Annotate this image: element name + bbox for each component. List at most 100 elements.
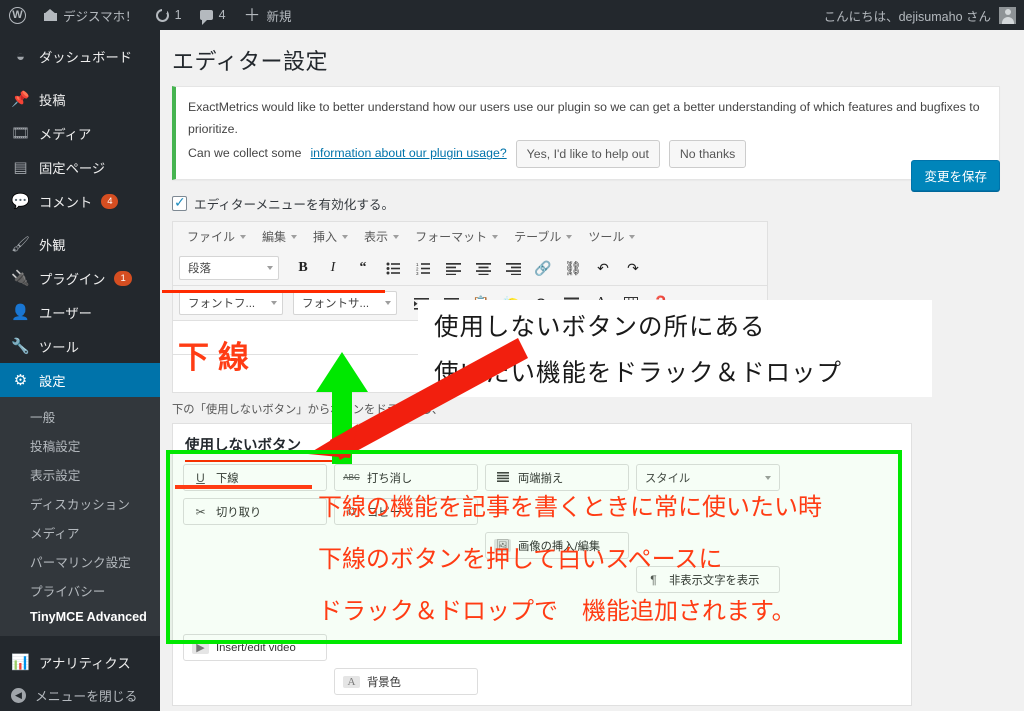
note-line-1: 下線の機能を記事を書くときに常に使いたい時 [318,493,822,521]
font-size-select[interactable]: フォントサ... [293,291,397,316]
chevron-down-icon [267,266,273,271]
sidebar-item-comments[interactable]: 💬 コメント 4 [0,184,160,218]
plugin-icon: 🔌 [11,269,30,287]
unused-button-insert-video[interactable]: ▶ Insert/edit video [183,634,327,662]
sidebar-item-pages[interactable]: ▤ 固定ページ [0,150,160,184]
updates-button[interactable]: 1 [147,0,191,30]
sidebar-item-plugins[interactable]: 🔌 プラグイン 1 [0,261,160,295]
collapse-menu-button[interactable]: ◀ メニューを閉じる [0,679,160,711]
sidebar-item-posts[interactable]: 📌 投稿 [0,82,160,116]
pin-icon: 📌 [11,90,30,108]
submenu-item-reading[interactable]: 表示設定 [0,460,160,489]
menu-insert-label: 挿入 [313,230,338,245]
submenu-item-writing[interactable]: 投稿設定 [0,431,160,460]
bold-icon[interactable]: B [289,255,317,281]
sidebar-label: 設定 [39,373,66,389]
new-content-button[interactable]: ＋ 新規 [235,0,301,30]
menu-tools[interactable]: ツール [580,225,643,248]
menu-table[interactable]: テーブル [506,225,580,248]
wordpress-logo-button[interactable]: W [0,0,35,30]
exactmetrics-notice: ExactMetrics would like to better unders… [172,86,1000,181]
enable-editor-menu-checkbox[interactable] [172,194,187,212]
media-icon: 🎞 [11,124,31,142]
sidebar-item-analytics[interactable]: 📊 アナリティクス [0,645,160,679]
notice-line-1: ExactMetrics would like to better unders… [188,100,980,136]
link-icon[interactable]: 🔗 [529,255,557,281]
menu-tools-label: ツール [588,230,625,245]
settings-submenu: 一般 投稿設定 表示設定 ディスカッション メディア パーマリンク設定 プライバ… [0,397,160,636]
refresh-icon [155,8,169,22]
chevron-left-icon: ◀ [11,687,26,703]
page-icon: ▤ [13,158,28,176]
menu-insert[interactable]: 挿入 [305,225,356,248]
align-center-icon[interactable] [469,255,497,281]
chip-label: スタイル [645,472,691,485]
format-select[interactable]: 段落 [179,256,279,281]
annotation-orange-underline-chip [175,485,312,489]
unused-button-cut[interactable]: ✂ 切り取り [183,498,327,526]
sidebar-label: 投稿 [39,92,66,108]
align-left-icon[interactable] [439,255,467,281]
site-name-button[interactable]: デジスマホ！ [35,0,147,30]
scissors-icon: ✂ [195,504,206,519]
unlink-icon[interactable]: ⛓ [559,255,587,281]
plugin-usage-link[interactable]: information about our plugin usage? [310,143,506,165]
underline-icon: U [196,470,205,485]
comments-button[interactable]: 4 [191,0,235,30]
sidebar-label: ダッシュボード [39,49,133,65]
sidebar-item-appearance[interactable]: 🖌 外観 [0,227,160,261]
font-size-value: フォントサ... [302,298,370,311]
sidebar-item-dashboard[interactable]: ◒ ダッシュボード [0,39,160,73]
notice-decline-button[interactable]: No thanks [668,140,747,169]
chevron-down-icon [629,234,636,239]
admin-bar: W デジスマホ！ 1 4 ＋ 新規 こんにちは、dejisumaho さん [0,0,1024,30]
chip-label: 背景色 [367,676,401,689]
sidebar-item-media[interactable]: 🎞 メディア [0,116,160,150]
chevron-down-icon [492,234,499,239]
italic-icon[interactable]: I [319,255,347,281]
redo-icon[interactable]: ↷ [619,255,647,281]
updates-count: 1 [174,8,182,22]
submenu-item-permalinks[interactable]: パーマリンク設定 [0,547,160,576]
submenu-item-privacy[interactable]: プライバシー [0,576,160,605]
submenu-item-media[interactable]: メディア [0,518,160,547]
menu-spacer [0,73,160,82]
account-menu[interactable]: こんにちは、dejisumaho さん [824,6,1024,25]
chevron-down-icon [291,234,298,239]
sidebar-label: メディア [39,126,92,142]
save-changes-button[interactable]: 変更を保存 [911,160,1000,191]
menu-file[interactable]: ファイル [179,225,254,248]
submenu-item-general[interactable]: 一般 [0,402,160,431]
sidebar-item-tools[interactable]: 🔧 ツール [0,329,160,363]
format-select-value: 段落 [188,263,211,276]
menu-view[interactable]: 表示 [356,225,407,248]
analytics-icon: 📊 [11,653,30,671]
menu-edit[interactable]: 編集 [254,225,305,248]
bullet-list-icon[interactable] [379,255,407,281]
numbered-list-icon[interactable]: 123 [409,255,437,281]
notice-line-2: Can we collect some information about ou… [188,140,987,169]
blockquote-icon[interactable]: “ [349,255,377,281]
unused-buttons-title-label: 使用しないボタン [185,438,301,455]
sidebar-label: アナリティクス [39,655,131,671]
chip-label: 打ち消し [367,472,413,485]
submenu-item-discussion[interactable]: ディスカッション [0,489,160,518]
enable-editor-menu-row[interactable]: エディターメニューを有効化する。 [160,180,1024,221]
plugins-badge: 1 [114,270,132,286]
unused-button-background-color[interactable]: A 背景色 [334,668,478,696]
strikethrough-icon: ABC [343,473,360,483]
note-line-3: ドラック＆ドロップで 機能追加されます。 [318,597,796,625]
sidebar-item-users[interactable]: 👤 ユーザー [0,295,160,329]
chip-label: 下線 [216,472,239,485]
menu-spacer [0,218,160,227]
menu-format-label: フォーマット [415,230,488,245]
undo-icon[interactable]: ↶ [589,255,617,281]
sidebar-item-settings[interactable]: ⚙ 設定 [0,363,168,397]
font-family-select[interactable]: フォントフ... [179,291,283,316]
chevron-down-icon [240,234,247,239]
menu-file-label: ファイル [187,230,236,245]
menu-format[interactable]: フォーマット [407,225,506,248]
submenu-item-tinymce-advanced[interactable]: TinyMCE Advanced [0,605,160,629]
notice-accept-button[interactable]: Yes, I'd like to help out [515,140,660,169]
align-right-icon[interactable] [499,255,527,281]
